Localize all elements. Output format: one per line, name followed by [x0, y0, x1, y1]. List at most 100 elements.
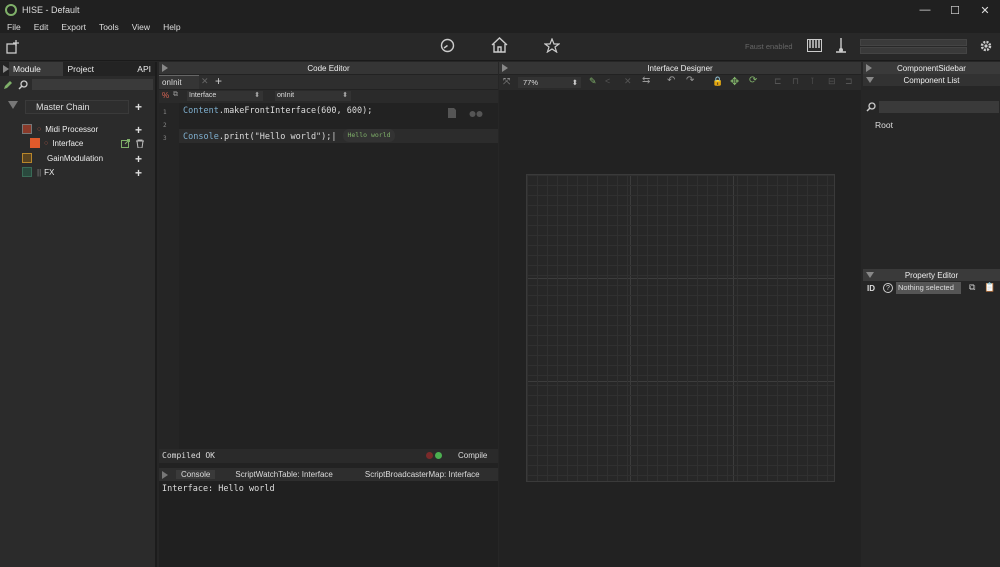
align-top-icon[interactable]: ⊓	[792, 76, 799, 87]
collapse-icon[interactable]	[866, 64, 872, 72]
code-line-3: Console.print("Hello world");|	[183, 132, 337, 142]
code-tab-bar: onInit ✕ +	[159, 74, 498, 89]
power-icon[interactable]: ○	[37, 126, 41, 133]
snap-icon[interactable]: ⟳	[749, 75, 757, 86]
metronome-icon[interactable]	[835, 38, 847, 54]
align-center-icon[interactable]: ⊟	[828, 76, 836, 87]
gear-icon[interactable]	[979, 39, 993, 53]
tree-item-midi-processor[interactable]: ○ Midi Processor	[22, 124, 98, 134]
status-bar: Compiled OK Compile	[159, 449, 498, 463]
expand-icon[interactable]	[866, 77, 874, 83]
delete-icon[interactable]: ✕	[624, 76, 632, 87]
add-module-icon[interactable]: +	[135, 100, 142, 114]
move-icon[interactable]: ✥	[730, 75, 739, 88]
document-icon[interactable]	[447, 107, 457, 119]
code-area[interactable]	[179, 103, 498, 449]
tab-api[interactable]: API	[133, 62, 155, 76]
menu-file[interactable]: File	[7, 22, 21, 32]
popout-icon[interactable]: ⧉	[173, 91, 178, 99]
star-icon[interactable]	[544, 38, 560, 53]
tab-script-broadcaster-map[interactable]: ScriptBroadcasterMap: Interface	[365, 470, 480, 479]
tab-script-watch-table[interactable]: ScriptWatchTable: Interface	[235, 470, 333, 479]
copy-icon[interactable]: ⧉	[969, 282, 975, 293]
minimize-button[interactable]: —	[910, 0, 940, 20]
redo-icon[interactable]: ↷	[686, 75, 694, 86]
processor-select[interactable]: Interface ⬍	[187, 91, 263, 101]
menu-edit[interactable]: Edit	[34, 22, 49, 32]
panel-title: Component List	[903, 75, 960, 85]
align-left-icon[interactable]: ⊏	[774, 76, 782, 87]
menu-export[interactable]: Export	[61, 22, 86, 32]
panel-title: Code Editor	[307, 63, 350, 73]
close-tab-icon[interactable]: ✕	[201, 76, 209, 87]
expand-icon[interactable]	[866, 272, 874, 278]
code-line-1: Content.makeFrontInterface(600, 600);	[183, 106, 373, 116]
lock-icon[interactable]: 🔒	[712, 76, 723, 87]
keyboard-icon[interactable]	[807, 39, 822, 52]
inline-output-badge: Hello world	[343, 129, 395, 142]
power-icon[interactable]: ○	[44, 140, 48, 147]
property-id-row: ID ? Nothing selected ⧉ 📋	[863, 282, 1000, 296]
undo-icon[interactable]: ↶	[667, 75, 675, 86]
master-chain[interactable]: Master Chain	[25, 100, 129, 114]
pencil-icon[interactable]	[3, 80, 13, 90]
home-icon[interactable]	[491, 37, 508, 53]
tab-oninit[interactable]: onInit	[159, 75, 199, 89]
module-color-icon	[22, 124, 32, 134]
menu-view[interactable]: View	[132, 22, 150, 32]
component-root[interactable]: Root	[875, 120, 893, 130]
component-search-input[interactable]	[879, 101, 999, 113]
id-label: ID	[867, 284, 875, 293]
menu-help[interactable]: Help	[163, 22, 180, 32]
distribute-icon[interactable]: ⊺	[810, 76, 815, 87]
menu-tools[interactable]: Tools	[99, 22, 119, 32]
designer-toolbar: ⤧ 77% ⬍ ✎ < ✕ ⇆ ↶ ↷ 🔒 ✥ ⟳ ⊏ ⊓ ⊺ ⊟ ⊐	[499, 75, 861, 90]
zoom-select[interactable]: 77% ⬍	[518, 77, 581, 88]
code-editor-panel: Code Editor onInit ✕ + % ⧉ Interface ⬍ on…	[159, 62, 498, 567]
tab-console[interactable]: Console	[176, 470, 216, 479]
collapse-icon[interactable]	[162, 64, 168, 72]
tab-project-directory[interactable]: Project Directory	[63, 62, 133, 88]
collapse-icon[interactable]	[162, 470, 168, 479]
add-panel-icon[interactable]	[6, 40, 20, 54]
callback-select[interactable]: onInit ⬍	[275, 91, 351, 101]
left-tabs: Module Tree Project Directory API	[0, 62, 155, 88]
module-search-input[interactable]	[32, 79, 153, 90]
add-midi-processor-icon[interactable]: +	[135, 123, 142, 137]
edit-external-icon[interactable]	[121, 139, 130, 148]
performance-meter-icon[interactable]	[440, 38, 455, 53]
maximize-button[interactable]: ☐	[940, 0, 970, 20]
paste-icon[interactable]: 📋	[984, 282, 995, 293]
design-canvas[interactable]	[526, 174, 835, 482]
tree-item-gain-modulation[interactable]: GainModulation	[22, 153, 103, 163]
compile-button[interactable]: Compile	[458, 451, 487, 460]
align-right-icon[interactable]: ⊐	[845, 76, 853, 87]
component-sidebar-panel: ComponentSidebar Component List Root Pro…	[863, 62, 1000, 567]
fit-icon[interactable]: ⤧	[503, 76, 510, 87]
add-fx-icon[interactable]: +	[135, 166, 142, 180]
tree-item-interface[interactable]: ○ Interface	[30, 138, 83, 148]
console-output[interactable]: Interface: Hello world	[159, 481, 498, 567]
console-line: Interface: Hello world	[162, 484, 275, 494]
tab-module-tree[interactable]: Module Tree	[9, 62, 64, 88]
code-editor-header: Code Editor	[159, 62, 498, 74]
edit-mode-icon[interactable]: ✎	[589, 76, 597, 87]
help-icon[interactable]: ?	[883, 283, 893, 293]
selection-id-field: Nothing selected	[896, 282, 961, 294]
close-button[interactable]: ✕	[970, 0, 1000, 20]
trash-icon[interactable]	[136, 139, 144, 148]
add-modulator-icon[interactable]: +	[135, 152, 142, 166]
tree-item-fx[interactable]: || FX	[22, 167, 54, 177]
search-binoculars-icon[interactable]	[469, 108, 483, 118]
code-selector-bar: % ⧉ Interface ⬍ onInit ⬍	[159, 90, 498, 103]
link-icon[interactable]: %	[162, 91, 169, 100]
bypass-icon[interactable]: ||	[37, 168, 41, 177]
expand-icon[interactable]	[8, 101, 18, 109]
add-tab-icon[interactable]: +	[215, 74, 222, 88]
module-color-icon	[22, 153, 32, 163]
interface-designer-header: Interface Designer	[499, 62, 861, 74]
panel-title: Property Editor	[904, 270, 959, 280]
rebuild-icon[interactable]: ⇆	[642, 75, 650, 86]
share-icon[interactable]: <	[605, 76, 610, 86]
collapse-icon[interactable]	[502, 64, 508, 72]
